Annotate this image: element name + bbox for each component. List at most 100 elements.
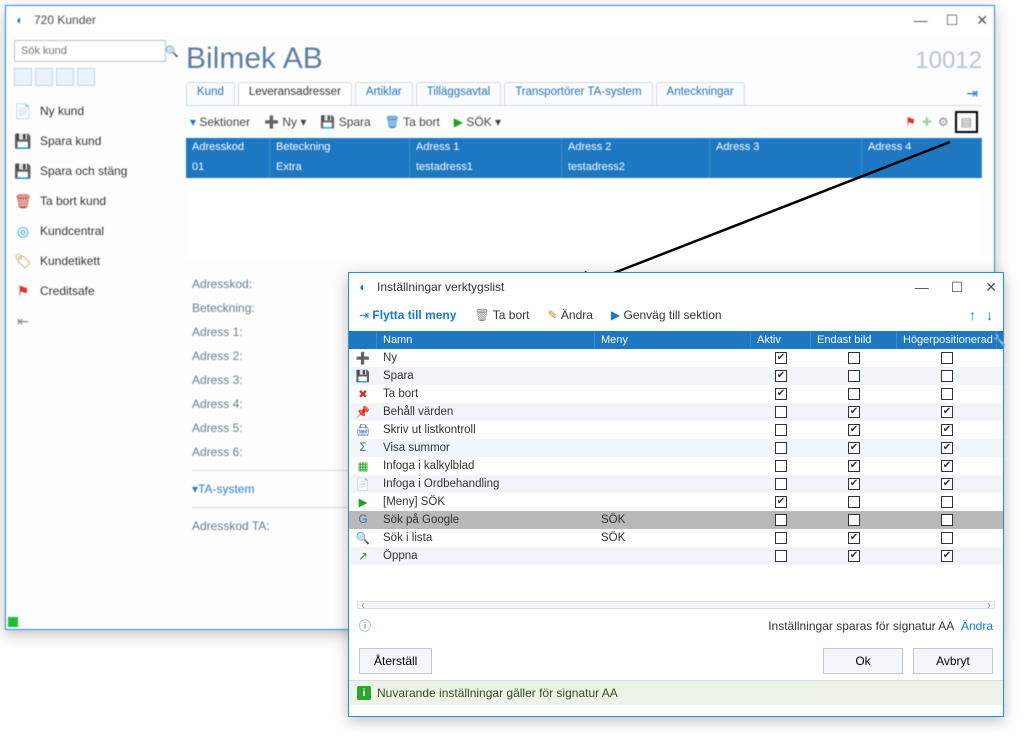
- dialog-minimize-icon[interactable]: —: [915, 279, 929, 296]
- checkbox[interactable]: ✔: [848, 406, 860, 418]
- checkbox[interactable]: ✔: [848, 478, 860, 490]
- andra-button[interactable]: Ändra: [561, 308, 593, 322]
- dialog-row[interactable]: 📄Infoga i Ordbehandling✔✔: [349, 475, 1003, 493]
- cancel-button[interactable]: Avbryt: [913, 648, 993, 674]
- col-adress3[interactable]: Adress 3: [710, 138, 862, 158]
- checkbox[interactable]: [941, 388, 953, 400]
- col-endast-bild[interactable]: Endast bild: [811, 331, 897, 349]
- sidebar-item-creditsafe[interactable]: ⚑Creditsafe: [14, 276, 166, 306]
- col-aktiv[interactable]: Aktiv: [751, 331, 811, 349]
- move-down-icon[interactable]: ↓: [986, 307, 993, 323]
- nav-next-icon[interactable]: [56, 68, 74, 86]
- dialog-row[interactable]: 🖨Skriv ut listkontroll✔✔: [349, 421, 1003, 439]
- checkbox[interactable]: [775, 460, 787, 472]
- col-beteckning[interactable]: Beteckning: [270, 138, 410, 158]
- dialog-row[interactable]: ↗Öppna✔✔: [349, 547, 1003, 565]
- checkbox[interactable]: [941, 352, 953, 364]
- checkbox[interactable]: [775, 442, 787, 454]
- flag-icon[interactable]: ⚑: [905, 115, 916, 129]
- toolbar-settings-button[interactable]: ▤: [955, 111, 978, 133]
- col-namn[interactable]: Namn: [377, 331, 595, 349]
- genvag-button[interactable]: Genväg till sektion: [624, 308, 722, 322]
- checkbox[interactable]: ✔: [775, 370, 787, 382]
- checkbox[interactable]: [775, 514, 787, 526]
- checkbox[interactable]: [941, 370, 953, 382]
- sidebar-pin[interactable]: ⇤: [14, 306, 166, 336]
- col-adress4[interactable]: Adress 4: [862, 138, 982, 158]
- toolbar-ny[interactable]: Ny: [282, 115, 297, 129]
- checkbox[interactable]: ✔: [941, 460, 953, 472]
- dialog-andra-link[interactable]: Ändra: [961, 619, 993, 633]
- checkbox[interactable]: [775, 424, 787, 436]
- checkbox[interactable]: ✔: [941, 442, 953, 454]
- checkbox[interactable]: [941, 514, 953, 526]
- col-adress2[interactable]: Adress 2: [562, 138, 710, 158]
- checkbox[interactable]: ✔: [941, 424, 953, 436]
- checkbox[interactable]: [775, 406, 787, 418]
- checkbox[interactable]: [941, 496, 953, 508]
- checkbox[interactable]: [775, 550, 787, 562]
- checkbox[interactable]: ✔: [848, 550, 860, 562]
- move-up-icon[interactable]: ↑: [969, 307, 976, 323]
- flytta-button[interactable]: Flytta till meny: [372, 308, 456, 322]
- tab-kund[interactable]: Kund: [186, 82, 235, 105]
- checkbox[interactable]: [848, 496, 860, 508]
- ok-button[interactable]: Ok: [823, 648, 903, 674]
- reset-button[interactable]: Återställ: [359, 648, 432, 674]
- checkbox[interactable]: ✔: [848, 424, 860, 436]
- toolbar-tabort[interactable]: Ta bort: [403, 115, 440, 129]
- search-box[interactable]: 🔍: [14, 40, 166, 62]
- dialog-row[interactable]: GSök på GoogleSÖK: [349, 511, 1003, 529]
- sidebar-item-kundetikett[interactable]: 🏷Kundetikett: [14, 246, 166, 276]
- checkbox[interactable]: ✔: [848, 532, 860, 544]
- nav-first-icon[interactable]: [14, 68, 32, 86]
- checkbox[interactable]: [775, 478, 787, 490]
- checkbox[interactable]: ✔: [775, 388, 787, 400]
- dialog-row[interactable]: ΣVisa summor✔✔: [349, 439, 1003, 457]
- toolbar-sok[interactable]: SÖK: [466, 115, 491, 129]
- dialog-row[interactable]: ▦Infoga i kalkylblad✔✔: [349, 457, 1003, 475]
- checkbox[interactable]: ✔: [775, 352, 787, 364]
- dialog-row[interactable]: 📌Behåll värden✔✔: [349, 403, 1003, 421]
- search-input[interactable]: [19, 44, 165, 58]
- close-icon[interactable]: ✕: [976, 12, 988, 29]
- dialog-row[interactable]: ➕Ny✔: [349, 349, 1003, 367]
- tab-tillaggsavtal[interactable]: Tilläggsavtal: [416, 82, 502, 105]
- tab-artiklar[interactable]: Artiklar: [355, 82, 413, 105]
- toolbar-spara[interactable]: Spara: [339, 115, 371, 129]
- checkbox[interactable]: [848, 388, 860, 400]
- checkbox[interactable]: ✔: [941, 478, 953, 490]
- col-hoger[interactable]: Högerpositionerad🔧: [897, 331, 997, 349]
- dialog-hscroll[interactable]: [357, 601, 995, 609]
- plus-circle-icon[interactable]: ✚: [922, 115, 932, 129]
- wrench-icon[interactable]: 🔧: [993, 334, 1007, 347]
- maximize-icon[interactable]: ☐: [946, 12, 959, 29]
- dialog-row[interactable]: 💾Spara✔: [349, 367, 1003, 385]
- checkbox[interactable]: ✔: [941, 406, 953, 418]
- chevron-down-icon[interactable]: ▾: [190, 115, 196, 129]
- nav-prev-icon[interactable]: [35, 68, 53, 86]
- dialog-close-icon[interactable]: ✕: [985, 279, 997, 296]
- col-meny[interactable]: Meny: [595, 331, 751, 349]
- col-adresskod[interactable]: Adresskod: [186, 138, 270, 158]
- checkbox[interactable]: [848, 370, 860, 382]
- pin-tabs-icon[interactable]: ⇥: [962, 82, 982, 105]
- gear-icon[interactable]: ⚙: [938, 115, 949, 129]
- dialog-maximize-icon[interactable]: ☐: [951, 279, 964, 296]
- dialog-row[interactable]: ▶[Meny] SÖK✔: [349, 493, 1003, 511]
- tab-anteckningar[interactable]: Anteckningar: [656, 82, 745, 105]
- checkbox[interactable]: [775, 532, 787, 544]
- sidebar-item-spara-kund[interactable]: 💾Spara kund: [14, 126, 166, 156]
- checkbox[interactable]: ✔: [775, 496, 787, 508]
- tabort-button[interactable]: Ta bort: [493, 308, 530, 322]
- col-adress1[interactable]: Adress 1: [410, 138, 562, 158]
- grid-row[interactable]: 01 Extra testadress1 testadress2: [186, 158, 982, 178]
- sidebar-item-spara-stang[interactable]: 💾Spara och stäng: [14, 156, 166, 186]
- sidebar-item-kundcentral[interactable]: ◎Kundcentral: [14, 216, 166, 246]
- checkbox[interactable]: ✔: [848, 460, 860, 472]
- checkbox[interactable]: ✔: [848, 442, 860, 454]
- checkbox[interactable]: [941, 532, 953, 544]
- sidebar-item-ta-bort[interactable]: 🗑Ta bort kund: [14, 186, 166, 216]
- sidebar-item-ny-kund[interactable]: 📄Ny kund: [14, 96, 166, 126]
- checkbox[interactable]: [848, 514, 860, 526]
